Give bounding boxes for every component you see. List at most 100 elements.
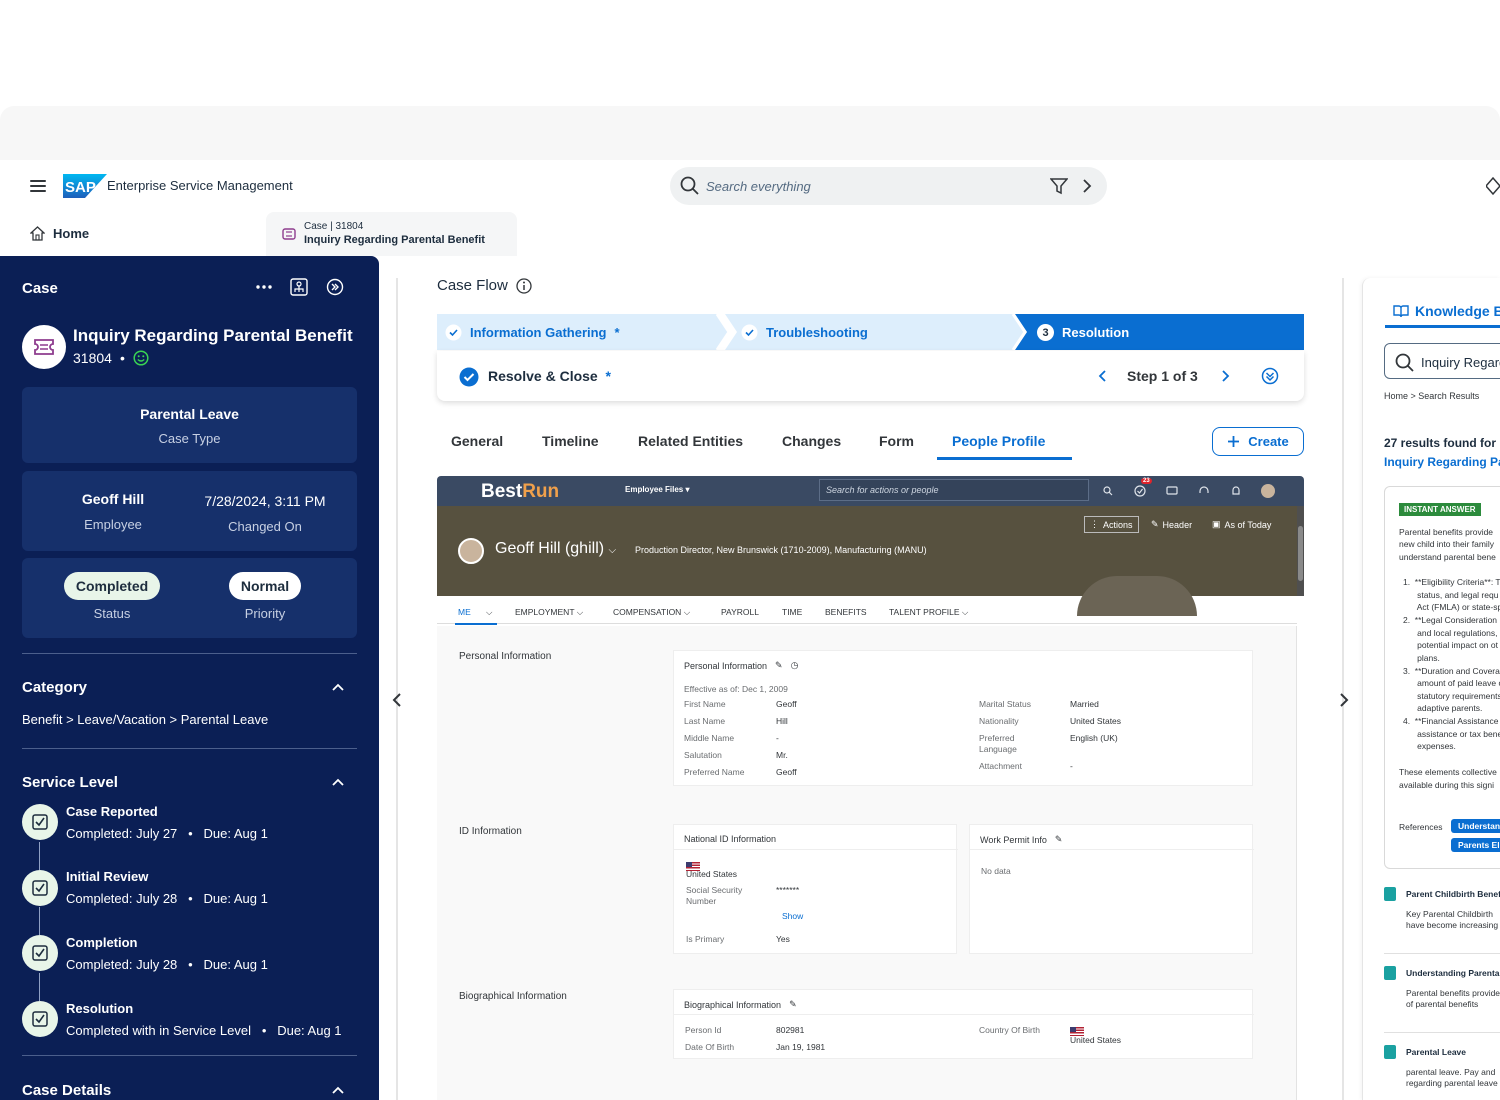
profile-name[interactable]: Geoff Hill (ghill) ⌵ — [495, 540, 616, 558]
headset-icon[interactable] — [1197, 484, 1211, 498]
create-button[interactable]: Create — [1212, 427, 1304, 456]
menu-icon[interactable] — [30, 180, 46, 192]
service-level-name: Resolution — [66, 1001, 134, 1016]
tab-general[interactable]: General — [451, 433, 503, 449]
answer-list: expenses. — [1403, 741, 1456, 751]
service-level-meta: Completed with in Service Level • Due: A… — [66, 1023, 342, 1038]
chevron-left-icon[interactable] — [1097, 369, 1109, 383]
result-title[interactable]: Understanding Parental Benefits — [1406, 968, 1500, 978]
chevron-up-icon[interactable] — [331, 777, 345, 787]
case-flow-label: Case Flow — [437, 277, 508, 294]
history-icon[interactable]: ◷ — [791, 660, 799, 671]
bell-icon[interactable] — [1229, 484, 1243, 498]
nav-compensation[interactable]: COMPENSATION ⌵ — [613, 607, 690, 618]
reference-link[interactable]: Parents Eligibility — [1451, 838, 1500, 852]
field-value: ******* — [776, 885, 800, 895]
approvals-icon[interactable]: 23 — [1133, 478, 1152, 498]
document-icon — [1384, 887, 1396, 901]
chevron-up-icon[interactable] — [331, 682, 345, 692]
priority-label: Priority — [244, 606, 286, 621]
product-name: Enterprise Service Management — [107, 178, 293, 193]
window-top-strip — [0, 106, 1500, 160]
step-resolution[interactable]: 3 Resolution — [1037, 324, 1129, 341]
nav-talent-profile[interactable]: TALENT PROFILE ⌵ — [889, 607, 968, 618]
breadcrumb[interactable]: Home > Search Results — [1384, 391, 1479, 401]
search-icon[interactable] — [1101, 484, 1115, 498]
case-number: 31804 — [73, 350, 112, 366]
knowledge-search-input[interactable] — [1421, 353, 1500, 371]
expand-circle-icon[interactable] — [1261, 367, 1279, 385]
bestrun-header: BestRun Employee Files ▾ 23 — [437, 476, 1304, 506]
bestrun-search-input[interactable] — [820, 480, 1088, 500]
tab-timeline[interactable]: Timeline — [542, 433, 599, 449]
actions-button[interactable]: ⋮ Actions — [1084, 516, 1139, 533]
chevron-up-icon[interactable] — [331, 1085, 345, 1095]
more-icon[interactable] — [256, 285, 272, 289]
chevron-right-icon[interactable] — [1080, 178, 1094, 194]
org-chart-icon[interactable] — [290, 278, 308, 296]
nav-payroll[interactable]: PAYROLL — [721, 607, 759, 617]
nav-employment[interactable]: EMPLOYMENT ⌵ — [515, 607, 583, 618]
chevron-right-icon[interactable] — [1219, 369, 1231, 383]
plus-icon — [1228, 436, 1240, 447]
employee-label: Employee — [84, 517, 142, 532]
chevron-right-icon[interactable] — [1336, 690, 1352, 710]
chevron-down-icon[interactable]: ⌵ — [486, 607, 492, 618]
tab-home[interactable]: Home — [30, 226, 89, 241]
tab-people-profile[interactable]: People Profile — [952, 433, 1045, 449]
nav-time[interactable]: TIME — [782, 607, 802, 617]
nav-me[interactable]: ME — [458, 607, 471, 617]
knowledge-search[interactable] — [1384, 343, 1500, 379]
case-type-label: Case Type — [158, 431, 221, 446]
diamond-icon[interactable] — [1486, 176, 1500, 196]
show-link[interactable]: Show — [782, 911, 803, 921]
tab-knowledge-base[interactable]: Knowledge Base — [1393, 303, 1500, 319]
field-value: Jan 19, 1981 — [776, 1042, 826, 1052]
pencil-icon[interactable]: ✎ — [775, 660, 783, 671]
field-value: United States — [1070, 1035, 1122, 1045]
pencil-icon[interactable]: ✎ — [1055, 834, 1063, 845]
answer-text: These elements collective — [1399, 767, 1497, 777]
global-search[interactable] — [670, 167, 1107, 205]
profile-avatar — [458, 538, 484, 564]
filter-icon[interactable] — [1050, 177, 1068, 195]
category-path: Benefit > Leave/Vacation > Parental Leav… — [22, 712, 269, 727]
info-icon[interactable] — [516, 277, 532, 294]
search-icon — [1395, 353, 1414, 372]
step-troubleshooting[interactable]: Troubleshooting — [741, 324, 868, 341]
user-avatar[interactable] — [1261, 484, 1275, 498]
result-title[interactable]: Parental Leave — [1406, 1047, 1466, 1057]
bestrun-search[interactable] — [819, 479, 1089, 501]
divider — [22, 1055, 357, 1056]
step-information-gathering[interactable]: Information Gathering * — [445, 324, 620, 341]
tab-changes[interactable]: Changes — [782, 433, 841, 449]
tab-form[interactable]: Form — [879, 433, 914, 449]
header-label: Header — [1162, 519, 1193, 530]
answer-text: Parental benefits provide — [1399, 527, 1494, 537]
header-button[interactable]: ✎ Header — [1151, 519, 1192, 530]
personal-info-card: Personal Information ✎ ◷ Effective as of: … — [673, 650, 1253, 786]
logo-part: Best — [481, 481, 523, 502]
as-of-today-button[interactable]: ▣ As of Today — [1212, 519, 1271, 530]
nav-benefits[interactable]: BENEFITS — [825, 607, 867, 617]
scrollbar[interactable] — [1297, 506, 1304, 596]
chevron-left-icon[interactable] — [389, 690, 405, 710]
pencil-icon[interactable]: ✎ — [789, 999, 797, 1010]
answer-list: adaptive parents. — [1403, 703, 1483, 713]
answer-list: plans. — [1403, 653, 1440, 663]
service-level-meta: Completed: July 28 • Due: Aug 1 — [66, 891, 268, 906]
search-input[interactable] — [706, 175, 1026, 197]
employee-files-menu[interactable]: Employee Files ▾ — [625, 485, 690, 494]
required-marker: * — [614, 325, 620, 340]
reference-link[interactable]: Understanding — [1451, 819, 1500, 833]
tab-case[interactable]: Case | 31804 Inquiry Regarding Parental … — [266, 212, 517, 256]
results-query: Inquiry Regarding Parental Benefit — [1384, 455, 1500, 469]
result-title[interactable]: Parent Childbirth Benefits — [1406, 889, 1500, 899]
answer-list: 4. **Financial Assistance — [1403, 716, 1499, 726]
chat-icon[interactable] — [1165, 484, 1179, 498]
profile-nav: ME ⌵ EMPLOYMENT ⌵ COMPENSATION ⌵ PAYROLL… — [437, 598, 1297, 624]
home-icon — [30, 226, 45, 241]
tab-related-entities[interactable]: Related Entities — [638, 433, 743, 449]
employee-value: Geoff Hill — [81, 491, 145, 507]
collapse-panel-icon[interactable] — [326, 278, 344, 296]
